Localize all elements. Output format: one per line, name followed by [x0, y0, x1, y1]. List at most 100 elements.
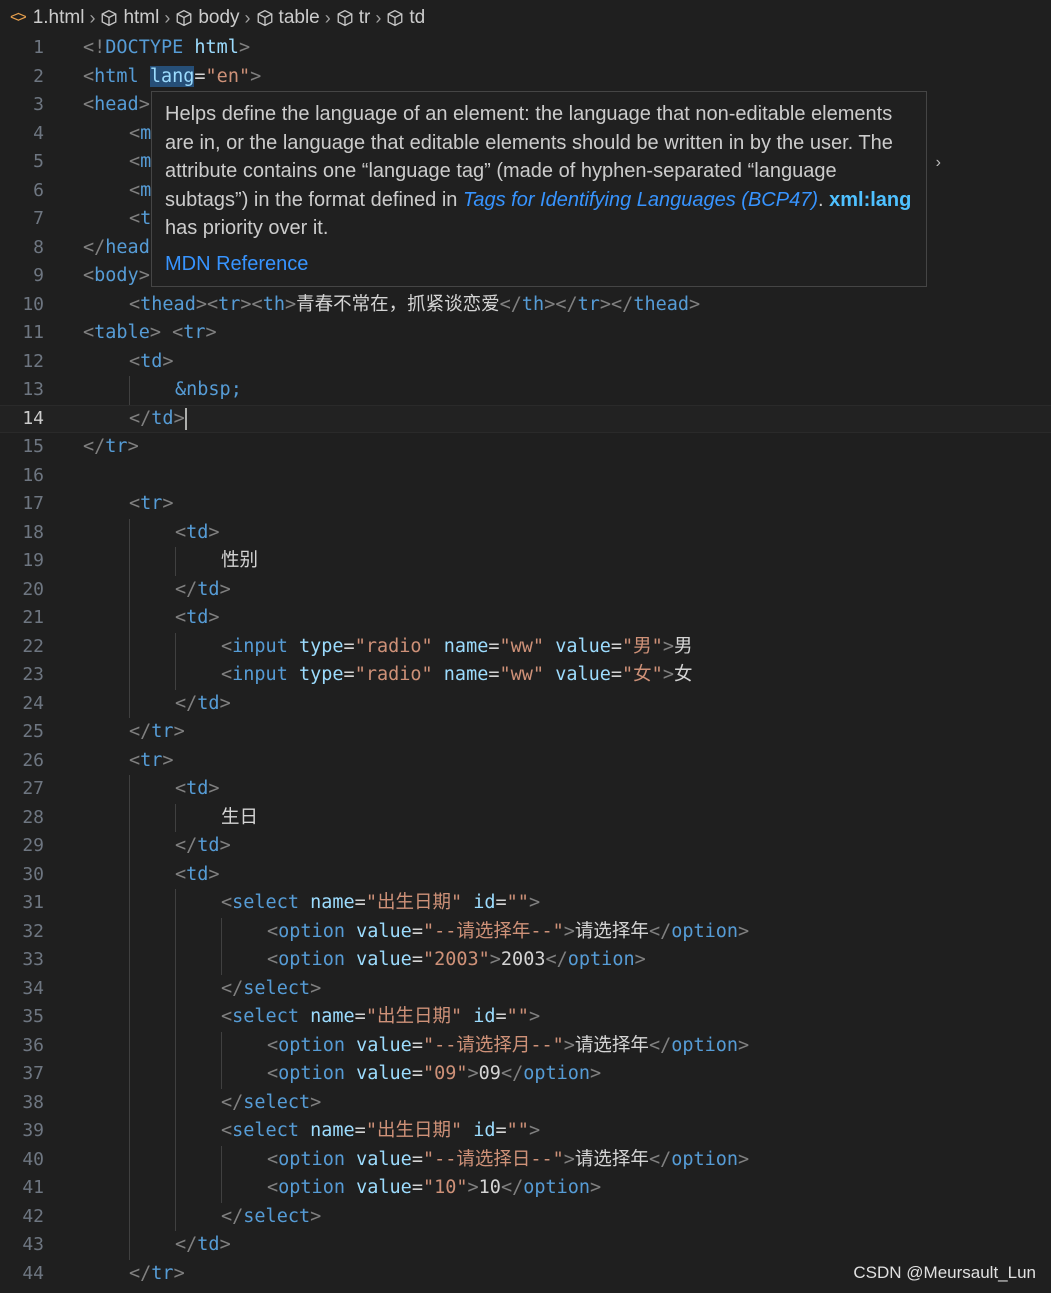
tag-name: td — [186, 778, 209, 799]
breadcrumb-item-html[interactable]: html — [100, 7, 159, 29]
bracket: </ — [499, 293, 522, 315]
breadcrumb-label: html — [123, 7, 160, 28]
bracket: < — [83, 65, 95, 87]
code-line[interactable]: 30 <td> — [0, 860, 1051, 889]
code-line[interactable]: 11 <table> <tr> — [0, 319, 1051, 348]
line-number: 26 — [22, 749, 44, 771]
code-line[interactable]: 21 <td> — [0, 604, 1051, 633]
mdn-reference-link[interactable]: MDN Reference — [165, 253, 914, 276]
entity: &nbsp; — [175, 379, 242, 400]
text-content: = — [411, 920, 423, 942]
code-line[interactable]: 10 <thead><tr><th>青春不常在，抓紧谈恋爱</th></tr></… — [0, 291, 1051, 320]
code-line[interactable]: 26 <tr> — [0, 747, 1051, 776]
tag-name: td — [197, 692, 220, 714]
code-line[interactable]: 35 <select name="出生日期" id=""> — [0, 1003, 1051, 1032]
code-line[interactable]: 1 <!DOCTYPE html> — [0, 34, 1051, 63]
hover-text: . — [818, 188, 830, 211]
attribute-value: "出生日期" — [365, 892, 463, 913]
tag-name: tr — [183, 322, 206, 343]
bracket: > — [138, 265, 150, 286]
code-line[interactable]: 22 <input type="radio" name="ww" value="男… — [0, 632, 1051, 661]
code-line[interactable]: 2 <html lang="en"> — [0, 63, 1051, 92]
code-line[interactable]: 24 </td> — [0, 689, 1051, 718]
code-content: <head> — [83, 91, 150, 120]
indent-guide — [129, 1117, 130, 1146]
bracket: > — [563, 920, 575, 942]
code-content: <t — [129, 205, 151, 234]
text-content — [544, 664, 555, 685]
code-line[interactable]: 33 <option value="2003">2003</option> — [0, 946, 1051, 975]
code-line[interactable]: 19 性别 — [0, 547, 1051, 576]
code-line[interactable]: 12 <td> — [0, 348, 1051, 377]
line-number: 19 — [22, 550, 44, 571]
breadcrumb-item-tr[interactable]: tr — [336, 7, 370, 29]
indent-guide — [129, 518, 130, 547]
code-line[interactable]: 17 <tr> — [0, 490, 1051, 519]
breadcrumb-file[interactable]: <> 1.html — [10, 7, 84, 29]
text-content: = — [411, 1034, 423, 1056]
bracket: </ — [221, 1091, 244, 1113]
code-content: </td> — [175, 832, 231, 861]
tag-name: tr — [577, 293, 600, 315]
tag-name: m — [140, 151, 152, 172]
code-line[interactable]: 32 <option value="--请选择年--">请选择年</option> — [0, 917, 1051, 946]
code-content: </td> — [175, 1231, 231, 1260]
bracket: < — [221, 1120, 233, 1141]
line-number: 21 — [22, 607, 44, 628]
code-line[interactable]: 27 <td> — [0, 775, 1051, 804]
code-line[interactable]: 14 </td> — [0, 404, 1051, 433]
bracket: < — [129, 151, 141, 172]
code-line[interactable]: 25 </tr> — [0, 718, 1051, 747]
bracket: > — [590, 1063, 602, 1084]
code-line[interactable]: 37 <option value="09">09</option> — [0, 1060, 1051, 1089]
code-line[interactable]: 43 </td> — [0, 1231, 1051, 1260]
code-line[interactable]: 16 — [0, 462, 1051, 491]
text-content: = — [343, 635, 355, 657]
attribute-value: "radio" — [354, 664, 433, 685]
line-number: 30 — [22, 863, 44, 885]
code-line[interactable]: 23 <input type="radio" name="ww" value="女… — [0, 661, 1051, 690]
indent-guide — [129, 661, 130, 690]
code-line[interactable]: 15 </tr> — [0, 433, 1051, 462]
code-line[interactable]: 39 <select name="出生日期" id=""> — [0, 1117, 1051, 1146]
indent-guide — [129, 803, 130, 832]
text-content: 男 — [673, 635, 693, 657]
code-line[interactable]: 20 </td> — [0, 575, 1051, 604]
line-number: 6 — [33, 179, 44, 201]
breadcrumb-item-body[interactable]: body — [175, 7, 240, 29]
chevron-right-icon: › — [164, 7, 171, 28]
bracket: > — [205, 322, 217, 343]
code-line[interactable]: 42 </select> — [0, 1202, 1051, 1231]
code-line[interactable]: 31 <select name="出生日期" id=""> — [0, 889, 1051, 918]
text-content — [139, 66, 150, 87]
code-line[interactable]: 28 生日 — [0, 803, 1051, 832]
chevron-right-icon: › — [324, 7, 331, 28]
code-line[interactable]: 34 </select> — [0, 974, 1051, 1003]
breadcrumb-item-table[interactable]: table — [256, 7, 320, 29]
code-line[interactable]: 40 <option value="--请选择日--">请选择年</option> — [0, 1145, 1051, 1174]
code-content: <td> — [175, 604, 220, 633]
code-line[interactable]: 18 <td> — [0, 518, 1051, 547]
line-number: 13 — [22, 379, 44, 400]
cube-icon — [257, 9, 272, 27]
indent-guide — [175, 661, 176, 690]
tag-name: td — [140, 350, 163, 372]
line-number: 38 — [22, 1091, 44, 1113]
bracket: > — [250, 65, 262, 87]
bracket: < — [221, 892, 233, 913]
code-line[interactable]: 41 <option value="10">10</option> — [0, 1174, 1051, 1203]
code-line[interactable]: 38 </select> — [0, 1088, 1051, 1117]
indent-guide — [221, 917, 222, 946]
bcp47-link[interactable]: Tags for Identifying Languages (BCP47) — [463, 189, 818, 211]
text-content: 请选择年 — [574, 1148, 649, 1170]
breadcrumb-item-td[interactable]: td — [386, 7, 425, 29]
text-content — [288, 636, 299, 657]
cube-icon — [387, 9, 403, 27]
code-line[interactable]: 29 </td> — [0, 832, 1051, 861]
text-content: = — [343, 664, 355, 685]
tag-name: tr — [140, 749, 163, 771]
bracket: > — [208, 863, 220, 885]
code-line[interactable]: 36 <option value="--请选择月--">请选择年</option> — [0, 1031, 1051, 1060]
attribute-name: value — [356, 920, 412, 942]
code-line[interactable]: 13 &nbsp; — [0, 376, 1051, 405]
